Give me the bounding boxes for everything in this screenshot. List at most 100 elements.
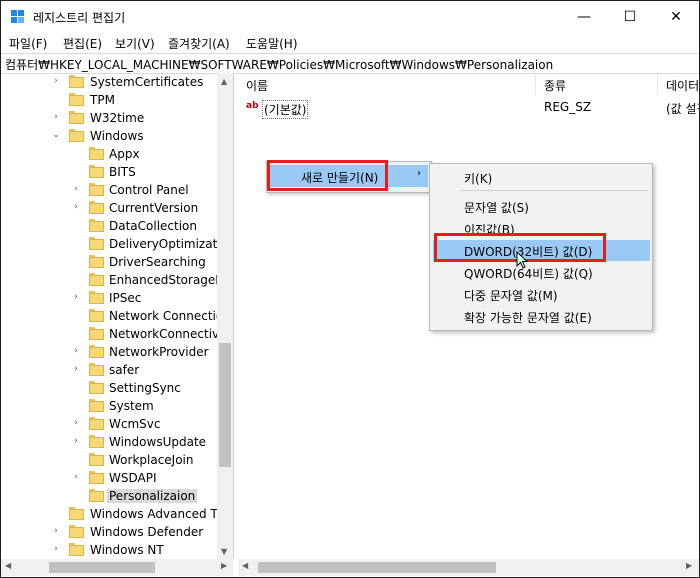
tree-item[interactable]: WorkplaceJoin — [1, 451, 221, 469]
submenu-item-string-value[interactable]: 문자열 값(S) — [464, 199, 529, 216]
scroll-left-icon[interactable]: ◀ — [5, 561, 11, 570]
column-header-data[interactable]: 데이터 — [658, 73, 699, 95]
folder-icon — [69, 507, 84, 520]
value-row[interactable]: ab (기본값) REG_SZ (값 설정 안 됨) — [238, 99, 699, 119]
folder-icon — [89, 417, 104, 430]
tree-item[interactable]: DriverSearching — [1, 253, 221, 271]
value-type: REG_SZ — [544, 100, 592, 114]
tree-item[interactable]: TPM — [1, 91, 221, 109]
tree-item-label: SettingSync — [109, 381, 181, 395]
tree-item[interactable]: › WcmSvc — [1, 415, 221, 433]
tree-item[interactable]: › WindowsUpdate — [1, 433, 221, 451]
close-button[interactable]: ✕ — [653, 1, 699, 33]
expand-icon[interactable]: › — [71, 418, 81, 430]
expand-icon[interactable]: › — [51, 544, 61, 556]
menu-favorites[interactable]: 즐겨찾기(A) — [168, 35, 230, 52]
submenu-item-qword-value[interactable]: QWORD(64비트) 값(Q) — [464, 265, 593, 282]
tree-item-label: Windows — [90, 129, 144, 143]
tree-item-selected[interactable]: Personalizaion — [1, 487, 221, 505]
tree-item[interactable]: › SystemCertificates — [1, 73, 221, 91]
tree-item[interactable]: › CurrentVersion — [1, 199, 221, 217]
tree-horizontal-scrollbar[interactable]: ◀ ▶ — [1, 559, 233, 576]
minimize-button[interactable]: — — [561, 1, 607, 33]
menu-view[interactable]: 보기(V) — [115, 35, 155, 52]
scroll-thumb[interactable] — [49, 562, 155, 573]
highlight-annotation-new — [267, 160, 388, 191]
scroll-right-icon[interactable]: ▶ — [221, 561, 227, 570]
expand-icon[interactable]: › — [51, 112, 61, 124]
tree-item[interactable]: › safer — [1, 361, 221, 379]
scroll-left-icon[interactable]: ◀ — [242, 561, 248, 570]
title-bar: 레지스트리 편집기 — ☐ ✕ — [1, 1, 699, 33]
tree-item[interactable]: EnhancedStorageDe — [1, 271, 232, 289]
close-icon: ✕ — [670, 9, 682, 25]
menu-help[interactable]: 도움말(H) — [246, 35, 298, 52]
column-header-type[interactable]: 종류 — [536, 73, 658, 95]
menu-file[interactable]: 파일(F) — [9, 35, 47, 52]
scroll-up-icon[interactable]: ▲ — [221, 77, 227, 86]
tree-item-label: WSDAPI — [109, 471, 157, 485]
submenu-item-multi-string-value[interactable]: 다중 문자열 값(M) — [464, 287, 558, 304]
folder-icon — [69, 543, 84, 556]
folder-icon — [89, 435, 104, 448]
column-header-name[interactable]: 이름 — [238, 73, 536, 95]
folder-icon — [89, 201, 104, 214]
tree-item-label: EnhancedStorageDe — [109, 273, 232, 287]
tree-item[interactable]: Windows Advanced Thr — [1, 505, 230, 523]
scroll-down-icon[interactable]: ▼ — [221, 547, 227, 556]
submenu-separator — [460, 190, 648, 191]
folder-icon — [69, 111, 84, 124]
menu-bar: 파일(F) 편집(E) 보기(V) 즐겨찾기(A) 도움말(H) — [1, 33, 699, 53]
expand-icon[interactable]: › — [71, 202, 81, 214]
address-bar[interactable]: 컴퓨터₩HKEY_LOCAL_MACHINE₩SOFTWARE₩Policies… — [1, 53, 699, 74]
folder-icon — [89, 309, 104, 322]
expand-icon[interactable]: › — [71, 184, 81, 196]
list-horizontal-scrollbar[interactable]: ◀ ▶ — [238, 559, 699, 576]
tree-item-label: System — [109, 399, 154, 413]
tree-vertical-scrollbar[interactable]: ▲ ▼ — [217, 73, 233, 559]
tree-item[interactable]: BITS — [1, 163, 221, 181]
tree-item[interactable]: Network Connection — [1, 307, 231, 325]
scroll-thumb[interactable] — [219, 343, 231, 467]
tree-item[interactable]: › NetworkProvider — [1, 343, 221, 361]
minimize-icon: — — [577, 9, 591, 25]
submenu-item-expandable-string-value[interactable]: 확장 가능한 문자열 값(E) — [464, 309, 592, 326]
tree-item[interactable]: ⌄ Windows — [1, 127, 221, 145]
maximize-button[interactable]: ☐ — [607, 1, 653, 33]
collapse-icon[interactable]: ⌄ — [51, 130, 61, 142]
tree-item[interactable]: › IPSec — [1, 289, 221, 307]
expand-icon[interactable]: › — [71, 436, 81, 448]
tree-item[interactable]: › WSDAPI — [1, 469, 221, 487]
maximize-icon: ☐ — [623, 9, 637, 25]
tree-item-label: Windows Defender — [90, 525, 204, 539]
expand-icon[interactable]: › — [71, 472, 81, 484]
tree-item[interactable]: › Windows NT — [1, 541, 221, 559]
folder-icon — [89, 291, 104, 304]
tree-item[interactable]: SettingSync — [1, 379, 221, 397]
registry-editor-window: 레지스트리 편집기 — ☐ ✕ 파일(F) 편집(E) 보기(V) 즐겨찾기(A… — [0, 0, 700, 578]
address-path: 컴퓨터₩HKEY_LOCAL_MACHINE₩SOFTWARE₩Policies… — [5, 58, 554, 72]
submenu-arrow-icon: › — [417, 168, 421, 179]
tree-item[interactable]: DataCollection — [1, 217, 221, 235]
tree-item-label: BITS — [109, 165, 136, 179]
expand-icon[interactable]: › — [71, 292, 81, 304]
expand-icon[interactable]: › — [51, 526, 61, 538]
expand-icon[interactable]: › — [51, 76, 61, 88]
tree-item[interactable]: DeliveryOptimizatio — [1, 235, 228, 253]
scroll-thumb[interactable] — [258, 562, 496, 573]
tree-item[interactable]: › W32time — [1, 109, 221, 127]
scroll-right-icon[interactable]: ▶ — [686, 561, 692, 570]
submenu-item-key[interactable]: 키(K) — [464, 170, 492, 187]
tree-item[interactable]: › Windows Defender — [1, 523, 221, 541]
tree-item[interactable]: › Control Panel — [1, 181, 221, 199]
expand-icon[interactable]: › — [71, 346, 81, 358]
folder-icon — [89, 183, 104, 196]
folder-icon — [69, 129, 84, 142]
tree-item[interactable]: Appx — [1, 145, 221, 163]
menu-edit[interactable]: 편집(E) — [63, 35, 102, 52]
expand-icon[interactable]: › — [71, 364, 81, 376]
tree-item[interactable]: System — [1, 397, 221, 415]
tree-item[interactable]: NetworkConnectivit — [1, 325, 227, 343]
string-value-icon: ab — [246, 101, 259, 111]
folder-icon — [69, 525, 84, 538]
